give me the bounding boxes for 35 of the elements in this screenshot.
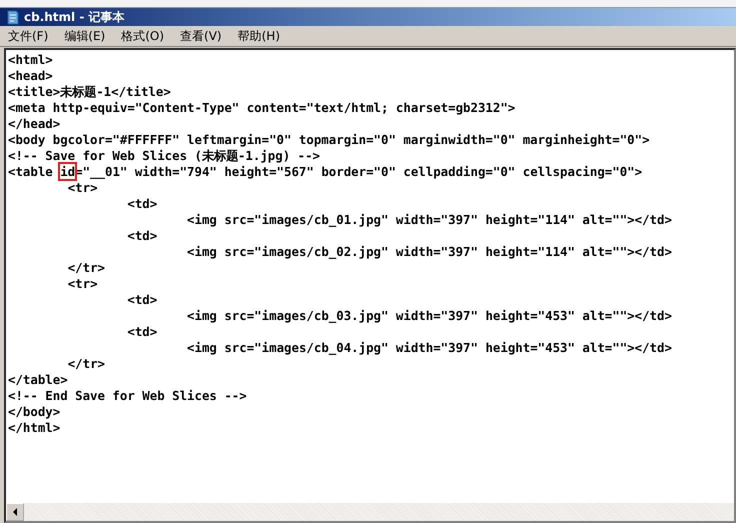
code-line: </tr>: [66, 260, 106, 276]
code-line: <html>: [8, 52, 54, 68]
code-line: <head>: [8, 68, 54, 84]
code-line: <img src="images/cb_01.jpg" width="397" height="114" alt=""></td>: [186, 212, 673, 228]
left-arrow-icon: [12, 508, 18, 516]
menu-item[interactable]: 查看(V): [178, 28, 224, 44]
window-title: cb.html - 记事本: [24, 8, 124, 26]
code-line: <title>未标题-1</title>: [8, 84, 172, 100]
code-line: <img src="images/cb_04.jpg" width="397" height="453" alt=""></td>: [186, 340, 673, 356]
code-line: <tr>: [66, 276, 99, 292]
code-line: <!-- End Save for Web Slices -->: [8, 388, 248, 404]
menu-item[interactable]: 格式(O): [119, 28, 166, 44]
code-line: <td>: [126, 292, 158, 308]
code-line: <!-- Save for Web Slices (未标题-1.jpg) -->: [8, 148, 322, 164]
code-line: <meta http-equiv="Content-Type" content="text/html; charset=gb2312">: [8, 100, 516, 116]
menu-item[interactable]: 帮助(H): [236, 28, 282, 44]
notepad-icon: [6, 10, 20, 24]
code-line: </html>: [8, 420, 62, 436]
code-line: <td>: [126, 324, 158, 340]
text-area[interactable]: [4, 48, 736, 523]
code-line: <td>: [126, 196, 158, 212]
horizontal-scrollbar[interactable]: [6, 503, 734, 521]
code-line: <img src="images/cb_03.jpg" width="397" height="453" alt=""></td>: [186, 308, 673, 324]
code-line: <tr>: [66, 180, 99, 196]
code-line: </body>: [8, 404, 62, 420]
code-line: </tr>: [66, 356, 106, 372]
menu-item[interactable]: 文件(F): [6, 28, 50, 44]
code-line: <table id="__01" width="794" height="567" border="0" cellpadding="0" cellspacing="0">: [8, 164, 644, 180]
scroll-left-button[interactable]: [6, 503, 24, 521]
code-line: <td>: [126, 228, 158, 244]
code-line: <body bgcolor="#FFFFFF" leftmargin="0" topmargin="0" marginwidth="0" marginheight="0">: [8, 132, 651, 148]
code-line: </table>: [8, 372, 69, 388]
code-line: <img src="images/cb_02.jpg" width="397" height="114" alt=""></td>: [186, 244, 673, 260]
code-line: </head>: [8, 116, 62, 132]
menu-item[interactable]: 编辑(E): [62, 28, 108, 44]
